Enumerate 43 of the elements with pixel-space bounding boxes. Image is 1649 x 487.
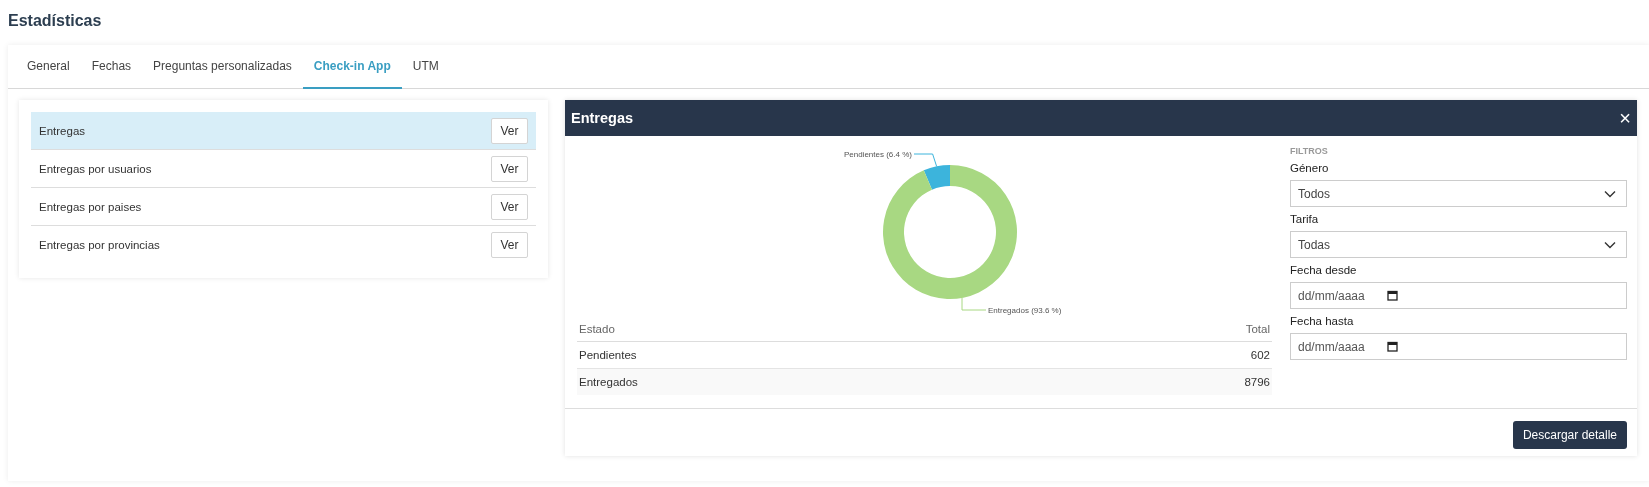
tab[interactable]: UTM	[401, 45, 450, 89]
filters-heading: FILTROS	[1290, 146, 1329, 156]
select-field[interactable]: Todos	[1290, 180, 1627, 207]
tab[interactable]: General	[16, 45, 81, 89]
column-header: Total	[1049, 320, 1272, 342]
table-cell: Pendientes	[577, 341, 1050, 369]
view-button[interactable]: Ver	[491, 155, 528, 182]
report-label: Entregas por provincias	[39, 238, 160, 251]
report-list-item[interactable]: Entregas Ver	[31, 112, 536, 150]
report-list-item[interactable]: Entregas por usuarios Ver	[31, 150, 536, 188]
page-title: Estadísticas	[7, 11, 103, 31]
view-button[interactable]: Ver	[491, 193, 528, 220]
modal-title: Entregas	[571, 110, 634, 126]
calendar-icon[interactable]	[1387, 341, 1398, 352]
report-list-item[interactable]: Entregas por provincias Ver	[31, 226, 536, 263]
data-label: Pendientes (6.4 %)	[843, 150, 912, 159]
close-button[interactable]: ×	[1619, 108, 1631, 128]
field-label: Género	[1290, 162, 1330, 174]
report-label: Entregas	[39, 124, 86, 137]
column-header: Estado	[577, 320, 1050, 342]
tab[interactable]: Fechas	[80, 45, 143, 89]
date-field[interactable]: dd/mm/aaaa	[1290, 282, 1627, 309]
download-button[interactable]: Descargar detalle	[1512, 421, 1627, 449]
table-cell: Entregados	[577, 368, 1050, 395]
leader-line	[961, 297, 986, 311]
field-label: Fecha desde	[1290, 264, 1358, 276]
chevron-down-icon	[1604, 189, 1616, 198]
table-cell: 8796	[1049, 368, 1272, 395]
calendar-icon[interactable]	[1387, 290, 1398, 301]
leader-line	[913, 153, 937, 167]
view-button[interactable]: Ver	[491, 231, 528, 258]
field-label: Fecha hasta	[1290, 315, 1355, 327]
report-label: Entregas por paises	[39, 200, 142, 213]
select-field[interactable]: Todas	[1290, 231, 1627, 258]
field-label: Tarifa	[1290, 213, 1320, 225]
report-list-item[interactable]: Entregas por paises Ver	[31, 188, 536, 226]
report-label: Entregas por usuarios	[39, 162, 152, 175]
date-field[interactable]: dd/mm/aaaa	[1290, 333, 1627, 360]
table-cell: 602	[1049, 341, 1272, 369]
view-button[interactable]: Ver	[491, 117, 528, 144]
tab[interactable]: Preguntas personalizadas	[142, 45, 303, 89]
chevron-down-icon	[1604, 240, 1616, 249]
data-label: Entregados (93.6 %)	[987, 306, 1061, 315]
